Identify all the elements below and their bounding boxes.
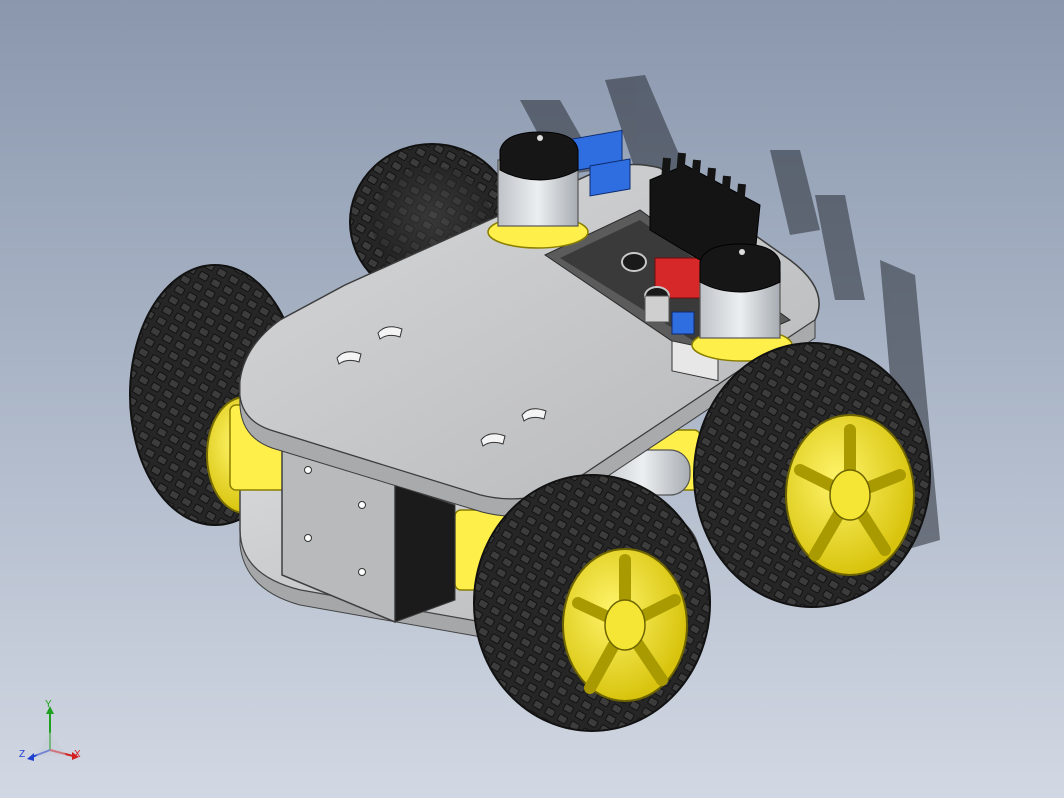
motor-front[interactable] [691, 243, 793, 362]
triad-z-label: Z [19, 749, 26, 760]
motor-rear[interactable] [487, 131, 589, 249]
triad-y-label: Y [45, 699, 52, 710]
view-orientation-triad[interactable]: Y X Z [18, 700, 98, 780]
triad-x-label: X [74, 749, 81, 760]
wheel-rear-right[interactable] [693, 342, 931, 608]
triad-axes [27, 706, 79, 761]
graphics-viewport[interactable]: Y X Z [0, 0, 1064, 798]
robot-car-model[interactable] [0, 0, 1064, 798]
wheel-front-right[interactable] [473, 474, 711, 732]
